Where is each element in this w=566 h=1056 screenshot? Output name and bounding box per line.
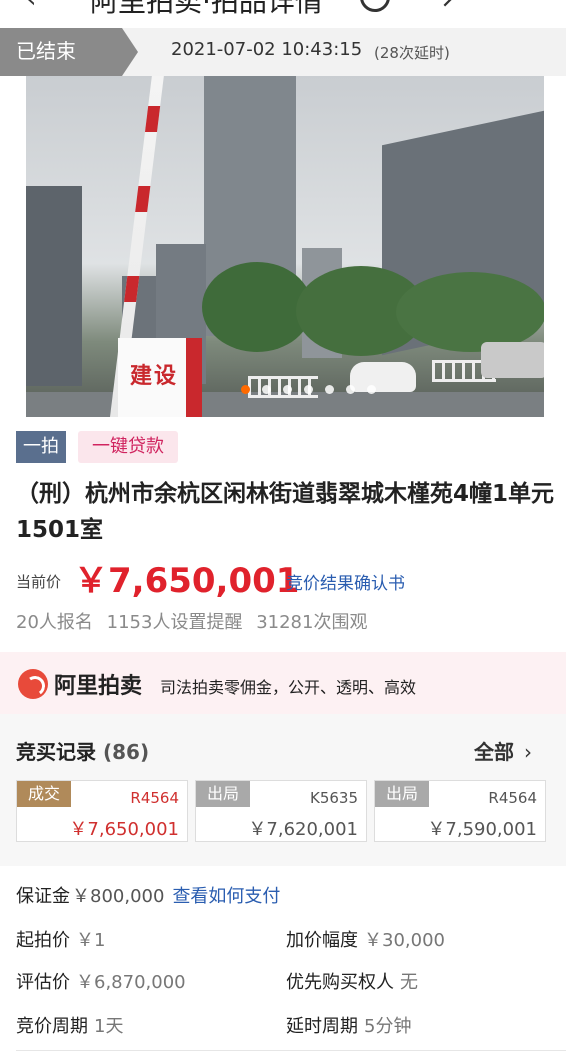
loan-tag[interactable]: 一键贷款 [78,431,178,463]
how-to-pay-link[interactable]: 查看如何支付 [172,886,280,907]
bid-cycle-label: 竞价周期 [16,1016,88,1037]
deposit-label: 保证金 [16,886,70,907]
current-price: ￥7,650,001 [74,561,300,601]
auction-status-bar: 已结束 2021-07-02 10:43:15 (28次延时) [0,28,566,76]
bid-record-card[interactable]: 出局 R4564 ￥7,590,001 [374,780,546,842]
bid-record-card[interactable]: 出局 K5635 ￥7,620,001 [195,780,367,842]
carousel-dot-active [241,385,250,394]
carousel-dot [304,385,313,394]
top-nav: ‹ 阿里拍卖·拍品详情 ↗ [0,0,566,14]
signup-count: 20人报名 [16,612,93,633]
carousel-dot [346,385,355,394]
end-time: 2021-07-02 10:43:15 [171,39,363,60]
appraisal-label: 评估价 [16,972,70,993]
brand-banner: 阿里拍卖 司法拍卖零佣金，公开、透明、高效 [0,652,566,714]
chevron-right-icon: › [524,740,532,764]
bid-status-badge: 出局 [196,781,250,807]
price-row: 当前价 ￥7,650,001 竞价结果确认书 [16,553,556,601]
carousel-dot [262,385,271,394]
photo-tree [396,272,544,352]
delay-cycle-row: 延时周期 5分钟 [286,1012,411,1038]
status-badge: 已结束 [0,28,138,76]
priority-buyer-label: 优先购买权人 [286,972,394,993]
start-price-row: 起拍价 ￥1 [16,926,105,952]
bidder-code: K5635 [309,789,358,807]
carousel-dot [367,385,376,394]
brand-name: 阿里拍卖 [54,674,143,699]
share-icon[interactable]: ↗ [440,0,462,14]
carousel-indicator [241,385,376,394]
view-all-bids-button[interactable]: 全部 › [474,736,532,765]
delay-cycle-value: 5分钟 [364,1016,412,1037]
bid-records-label: 竞买记录 [16,740,96,764]
bid-records-count: (86) [102,740,150,764]
start-price-label: 起拍价 [16,930,70,951]
bid-amount: ￥7,650,001 [69,819,179,840]
priority-buyer-row: 优先购买权人无 [286,968,418,994]
bid-status-badge: 出局 [375,781,429,807]
reminder-count: 1153人设置提醒 [106,612,243,633]
divider [16,1050,566,1051]
increment-row: 加价幅度 ￥30,000 [286,926,445,952]
bid-status-badge: 成交 [17,781,71,807]
carousel-dot [283,385,292,394]
lot-title: （刑）杭州市余杭区闲林街道翡翠城木槿苑4幢1单元1501室 [16,481,555,543]
bidder-code: R4564 [130,789,179,807]
view-all-label: 全部 [474,740,514,764]
appraisal-row: 评估价 ￥6,870,000 [16,968,186,994]
ali-auction-logo-icon [18,669,48,699]
property-photo[interactable]: 建设 [26,76,544,417]
photo-van [481,342,544,378]
search-icon[interactable] [360,0,390,12]
bid-cycle-row: 竞价周期 1天 [16,1012,123,1038]
brand-slogan: 司法拍卖零佣金，公开、透明、高效 [160,678,417,697]
delay-count: (28次延时) [374,44,450,62]
auction-round-tag: 一拍 [16,431,66,463]
start-price-value: ￥1 [76,930,106,951]
increment-label: 加价幅度 [286,930,358,951]
bid-records-title: 竞买记录 (86) [16,736,149,765]
photo-building-left [26,186,82,386]
bid-record-card[interactable]: 成交 R4564 ￥7,650,001 [16,780,188,842]
bidder-code: R4564 [488,789,537,807]
deposit-row: 保证金 ￥800,000 查看如何支付 [16,882,280,908]
priority-buyer-value: 无 [400,972,418,993]
back-icon[interactable]: ‹ [26,0,36,14]
photo-sign-text: 建设 [130,364,179,389]
increment-value: ￥30,000 [364,930,445,951]
auction-stats: 20人报名 1153人设置提醒 31281次围观 [16,608,367,634]
nav-title: 阿里拍卖·拍品详情 [90,0,323,14]
deposit-value: ￥800,000 [72,886,165,907]
bid-amount: ￥7,590,001 [427,819,537,840]
bid-cycle-value: 1天 [94,1016,124,1037]
appraisal-value: ￥6,870,000 [76,972,186,993]
result-confirmation-link[interactable]: 竞价结果确认书 [286,569,405,594]
delay-cycle-label: 延时周期 [286,1016,358,1037]
price-label: 当前价 [16,573,62,591]
view-count: 31281次围观 [256,612,368,633]
carousel-dot [325,385,334,394]
bid-amount: ￥7,620,001 [248,819,358,840]
